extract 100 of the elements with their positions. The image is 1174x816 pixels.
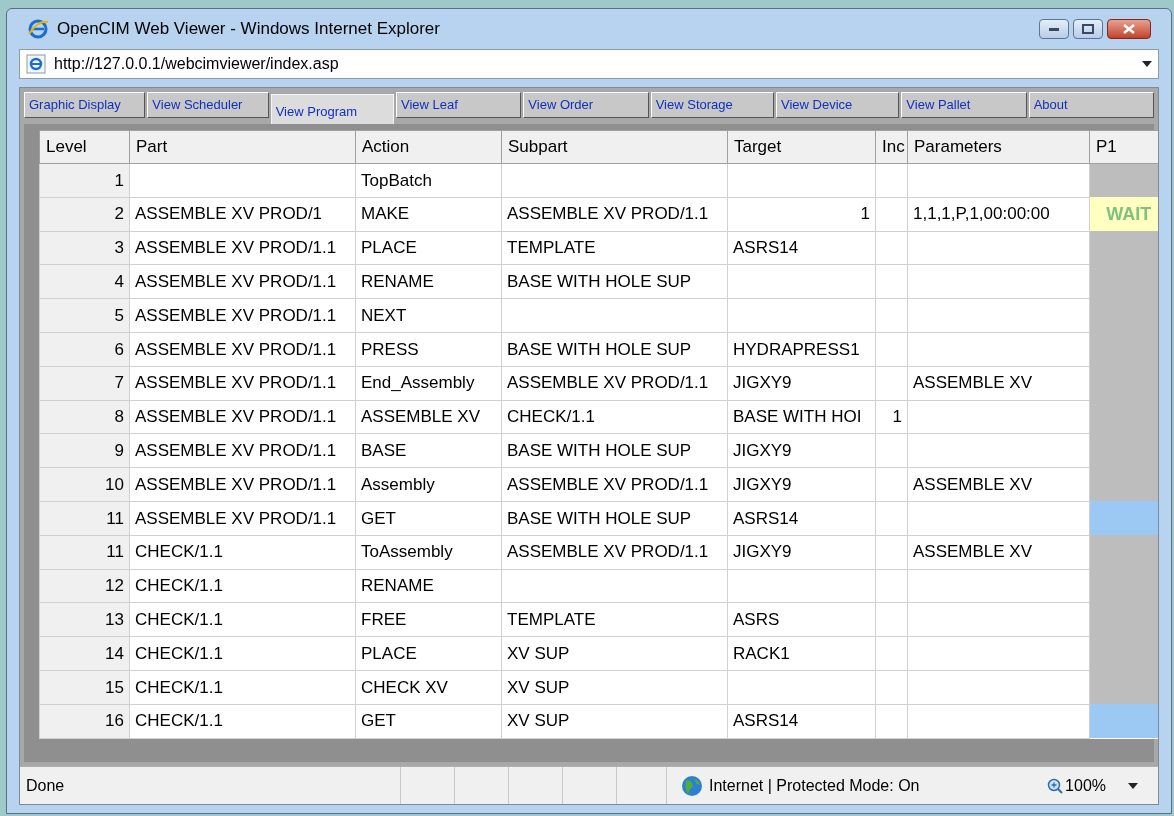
browser-logo-icon [27,18,49,40]
table-cell: PLACE [355,636,502,671]
table-cell: ASSEMBLE XV PROD/1.1 [129,264,356,299]
table-cell: GET [355,704,502,739]
table-cell [875,264,908,299]
table-cell: JIGXY9 [727,535,876,570]
table-cell: ASSEMBLE XV [907,535,1090,570]
tab[interactable]: Graphic Display [24,92,146,118]
tab[interactable]: View Storage [650,92,774,118]
zoom-level[interactable]: 100% [1065,773,1106,798]
table-cell: PRESS [355,332,502,367]
table-cell: 13 [39,602,130,637]
column-header: Part [129,130,356,164]
minimize-icon [1049,27,1059,31]
maximize-icon [1082,24,1094,34]
table-cell: CHECK/1.1 [501,400,728,434]
globe-icon [681,774,703,797]
table-cell: CHECK/1.1 [129,535,356,570]
table-cell: 11 [39,535,130,570]
table-cell: 1,1,1,P,1,00:00:00 [907,197,1090,232]
table-cell: PLACE [355,231,502,265]
table-cell: RENAME [355,569,502,603]
table-cell: ToAssembly [355,535,502,570]
tab[interactable]: View Leaf [396,92,522,118]
table-cell [875,704,908,739]
column-header: Action [355,130,502,164]
table-cell: XV SUP [501,636,728,671]
table-cell: Assembly [355,467,502,502]
table-cell: ASSEMBLE XV PROD/1.1 [501,467,728,502]
table-cell: ASSEMBLE XV PROD/1.1 [129,467,356,502]
table-cell: MAKE [355,197,502,232]
tab[interactable]: View Pallet [901,92,1027,118]
table-cell: ASSEMBLE XV PROD/1.1 [129,501,356,536]
table-cell: ASRS14 [727,704,876,739]
table-cell: ASSEMBLE XV PROD/1.1 [129,400,356,434]
table-cell: ASSEMBLE XV PROD/1.1 [501,366,728,401]
table-cell: 4 [39,264,130,299]
table-cell [875,535,908,570]
table-cell: JIGXY9 [727,467,876,502]
table-cell [875,569,908,603]
window-title: OpenCIM Web Viewer - Windows Internet Explorer [57,18,440,41]
table-cell: XV SUP [501,704,728,739]
table-cell: JIGXY9 [727,433,876,468]
table-cell: CHECK/1.1 [129,704,356,739]
table-cell: BASE WITH HOI [727,400,876,434]
table-cell: TEMPLATE [501,231,728,265]
table-cell: 11 [39,501,130,536]
table-cell: 7 [39,366,130,401]
column-header: Target [727,130,876,164]
column-header: Inc [875,130,908,164]
table-cell: HYDRAPRESS1 [727,332,876,367]
tab[interactable]: View Device [776,92,900,118]
table-cell: CHECK/1.1 [129,569,356,603]
address-bar[interactable]: http://127.0.0.1/webcimviewer/index.asp [19,49,1159,79]
table-cell: 5 [39,298,130,333]
column-header: Parameters [907,130,1090,164]
table-cell: JIGXY9 [727,366,876,401]
table-cell: 16 [39,704,130,739]
table-cell: ASSEMBLE XV PROD/1.1 [129,366,356,401]
dropdown-caret-icon[interactable] [1142,61,1152,67]
table-cell: 6 [39,332,130,367]
table-cell: BASE WITH HOLE SUP [501,264,728,299]
tab[interactable]: About [1028,92,1154,118]
table-cell [875,231,908,265]
tab[interactable]: View Scheduler [147,92,269,118]
minimize-button[interactable] [1039,19,1069,39]
table-cell [875,602,908,637]
security-zone-text: Internet | Protected Mode: On [709,775,920,796]
table-cell: XV SUP [501,670,728,705]
table-cell: ASSEMBLE XV [907,366,1090,401]
table-cell: End_Assembly [355,366,502,401]
column-header: Subpart [501,130,728,164]
table-cell: CHECK/1.1 [129,602,356,637]
tab[interactable]: View Program [270,94,394,124]
table-cell: FREE [355,602,502,637]
tab[interactable]: View Order [523,92,649,118]
table-cell: BASE WITH HOLE SUP [501,433,728,468]
table-cell: ASRS14 [727,231,876,265]
table-cell: ASSEMBLE XV [907,467,1090,502]
table-cell: 15 [39,670,130,705]
close-icon [1123,24,1135,34]
close-button[interactable] [1107,19,1151,39]
table-cell: 12 [39,569,130,603]
table-cell [875,332,908,367]
table-cell: BASE WITH HOLE SUP [501,501,728,536]
table-cell: CHECK XV [355,670,502,705]
table-cell: NEXT [355,298,502,333]
table-cell: ASRS14 [727,501,876,536]
table-cell [875,501,908,536]
table-cell: 1 [875,400,908,434]
table-cell [875,433,908,468]
maximize-button[interactable] [1073,19,1103,39]
table-cell: ASSEMBLE XV PROD/1.1 [129,332,356,367]
table-cell: CHECK/1.1 [129,636,356,671]
table-cell: BASE [355,433,502,468]
table-cell: 1 [39,163,130,198]
table-cell: ASSEMBLE XV PROD/1.1 [129,298,356,333]
column-header: Level [39,130,130,164]
table-cell: ASSEMBLE XV PROD/1.1 [501,197,728,232]
dropdown-caret-icon[interactable] [1128,782,1138,789]
